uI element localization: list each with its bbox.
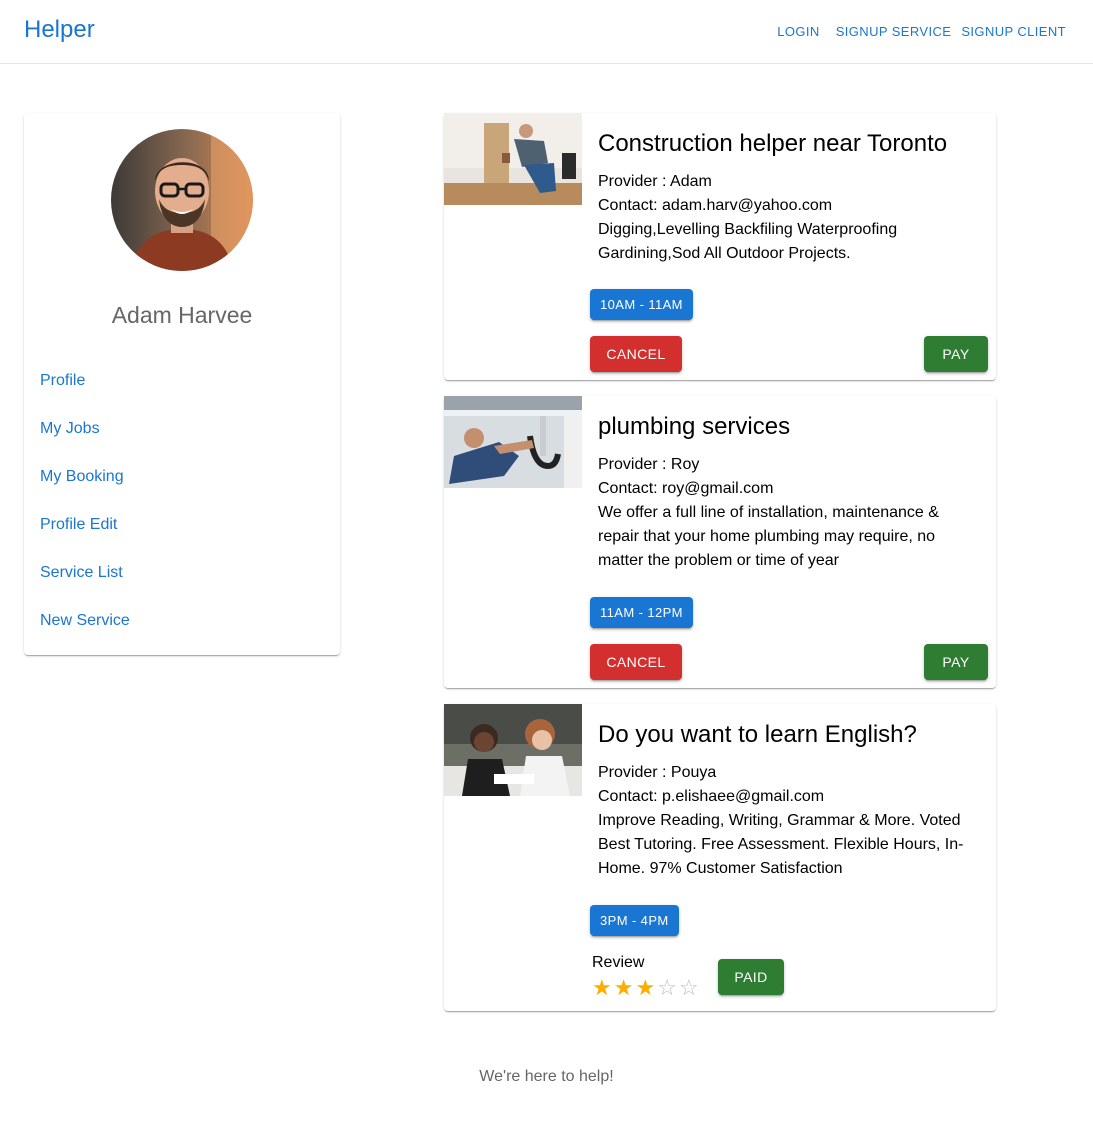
pay-button[interactable]: PAY	[924, 644, 988, 680]
provider-text: Provider : Adam	[598, 173, 712, 190]
booking-card: Do you want to learn English? Provider :…	[444, 704, 996, 1011]
app-bar: Helper LOGIN SIGNUP SERVICE SIGNUP CLIEN…	[0, 0, 1093, 64]
profile-sidebar: Adam Harvee Profile My Jobs My Booking P…	[24, 113, 340, 655]
login-link[interactable]: LOGIN	[772, 24, 824, 39]
sidebar-item-profile[interactable]: Profile	[40, 369, 130, 417]
footer-text: We're here to help!	[479, 1068, 614, 1085]
top-nav: LOGIN SIGNUP SERVICE SIGNUP CLIENT	[772, 24, 1071, 39]
time-slot-button[interactable]: 11AM - 12PM	[590, 597, 693, 628]
provider-text: Provider : Pouya	[598, 764, 717, 781]
time-slot-button[interactable]: 10AM - 11AM	[590, 289, 693, 320]
service-info: Provider : Roy Contact: roy@gmail.com We…	[598, 453, 980, 573]
pay-button[interactable]: PAY	[924, 336, 988, 372]
service-title: Construction helper near Toronto	[598, 130, 948, 157]
service-title: Do you want to learn English?	[598, 721, 917, 748]
star-empty-icon[interactable]: ☆	[657, 977, 677, 999]
paid-button[interactable]: PAID	[718, 959, 784, 995]
brand-logo[interactable]: Helper	[24, 16, 95, 44]
star-filled-icon[interactable]: ★	[592, 977, 612, 999]
signup-service-link[interactable]: SIGNUP SERVICE	[831, 24, 957, 39]
rating-stars[interactable]: ★ ★ ★ ☆ ☆	[592, 977, 699, 999]
provider-text: Provider : Roy	[598, 456, 700, 473]
service-thumbnail	[444, 113, 582, 205]
avatar-photo	[111, 129, 253, 271]
service-info: Provider : Adam Contact: adam.harv@yahoo…	[598, 170, 980, 266]
footer: We're here to help!	[0, 1068, 1093, 1086]
sidebar-item-my-jobs[interactable]: My Jobs	[40, 417, 130, 465]
avatar	[111, 129, 253, 271]
service-title: plumbing services	[598, 413, 791, 440]
sidebar-item-new-service[interactable]: New Service	[40, 609, 130, 657]
star-filled-icon[interactable]: ★	[635, 977, 655, 999]
sidebar-item-my-booking[interactable]: My Booking	[40, 465, 130, 513]
cancel-button[interactable]: CANCEL	[590, 644, 682, 680]
service-thumbnail	[444, 704, 582, 796]
time-slot-button[interactable]: 3PM - 4PM	[590, 905, 679, 936]
description-text: Improve Reading, Writing, Grammar & More…	[598, 812, 964, 877]
contact-text: Contact: roy@gmail.com	[598, 480, 774, 497]
plumbing-photo	[444, 396, 582, 488]
booking-card: plumbing services Provider : Roy Contact…	[444, 396, 996, 688]
contact-text: Contact: adam.harv@yahoo.com	[598, 197, 833, 214]
sidebar-item-service-list[interactable]: Service List	[40, 561, 130, 609]
star-filled-icon[interactable]: ★	[614, 977, 634, 999]
sidebar-menu: Profile My Jobs My Booking Profile Edit …	[40, 369, 130, 657]
review-label: Review	[592, 954, 645, 971]
star-empty-icon[interactable]: ☆	[679, 977, 699, 999]
user-name: Adam Harvee	[111, 302, 253, 328]
signup-client-link[interactable]: SIGNUP CLIENT	[956, 24, 1071, 39]
description-text: Digging,Levelling Backfiling Waterproofi…	[598, 221, 898, 262]
booking-card: Construction helper near Toronto Provide…	[444, 113, 996, 380]
construction-photo	[444, 113, 582, 205]
description-text: We offer a full line of installation, ma…	[598, 504, 939, 569]
sidebar-item-profile-edit[interactable]: Profile Edit	[40, 513, 130, 561]
contact-text: Contact: p.elishaee@gmail.com	[598, 788, 825, 805]
tutoring-photo	[444, 704, 582, 796]
service-info: Provider : Pouya Contact: p.elishaee@gma…	[598, 761, 980, 881]
cancel-button[interactable]: CANCEL	[590, 336, 682, 372]
service-thumbnail	[444, 396, 582, 488]
